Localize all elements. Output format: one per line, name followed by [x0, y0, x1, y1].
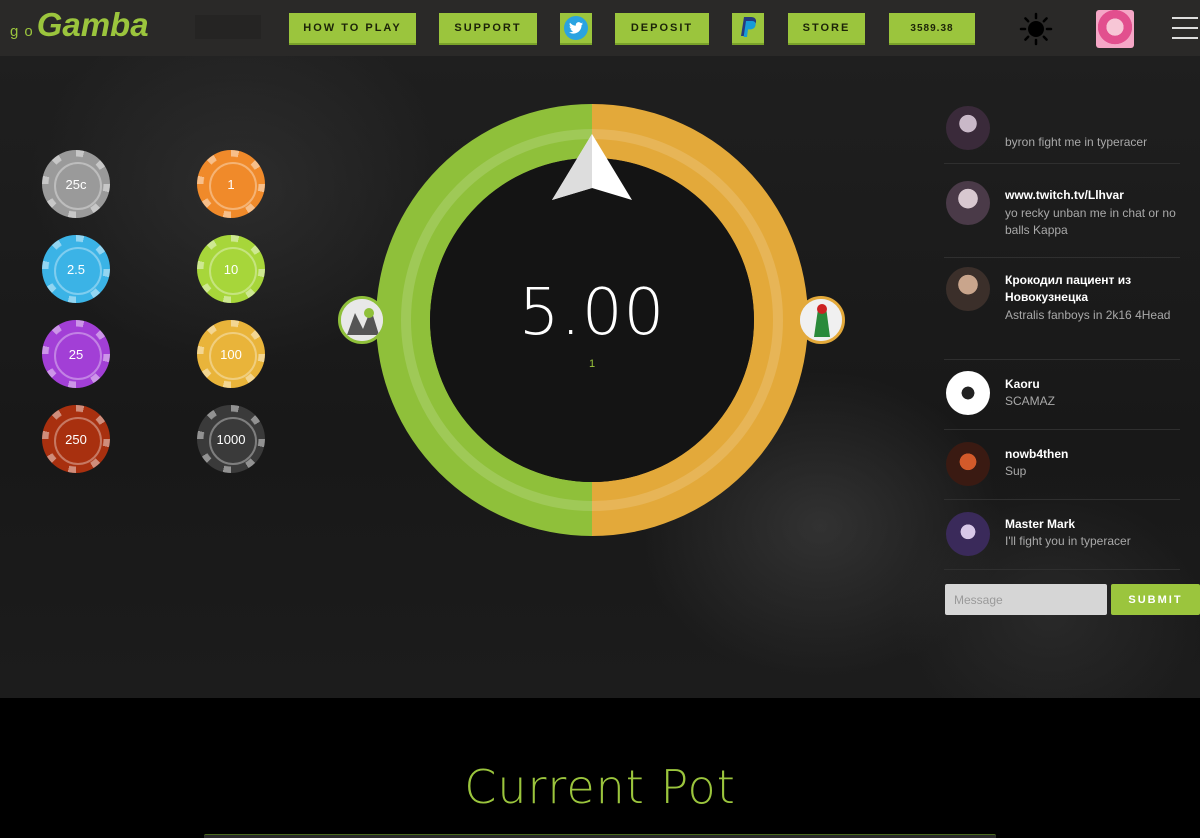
paypal-button[interactable] — [732, 13, 764, 45]
round-counter: 1 — [588, 358, 596, 370]
player-avatar-left[interactable] — [338, 296, 386, 344]
logo-prefix: go — [10, 23, 39, 40]
chat-message: Master Mark I'll fight you in typeracer — [944, 500, 1180, 570]
chat-message-text: I'll fight you in typeracer — [1005, 534, 1131, 548]
chip-label: 2.5 — [66, 261, 86, 277]
chip-2-5[interactable]: 2.5 — [42, 235, 110, 303]
round-timer: 5.00 — [518, 276, 666, 350]
chat-message-text: Sup — [1005, 464, 1027, 478]
chat-message: nowb4then Sup — [944, 430, 1180, 500]
gogamba-logo[interactable]: go Gamba — [10, 6, 149, 46]
chip-250[interactable]: 250 — [42, 405, 110, 473]
chat-avatar — [946, 267, 990, 311]
chat-message: www.twitch.tv/Llhvar yo recky unban me i… — [944, 174, 1180, 258]
chip-label: 1 — [227, 176, 235, 192]
how-to-play-button[interactable]: HOW TO PLAY — [289, 13, 416, 45]
chip-label: 10 — [223, 261, 239, 277]
chip-1[interactable]: 1 — [197, 150, 265, 218]
chat-avatar — [946, 181, 990, 225]
chat-message: byron fight me in typeracer — [944, 106, 1180, 164]
chat-username[interactable]: www.twitch.tv/Llhvar — [1005, 187, 1180, 204]
chip-1000[interactable]: 1000 — [197, 405, 265, 473]
chip-label: 25 — [68, 346, 84, 362]
chip-25c[interactable]: 25c — [42, 150, 110, 218]
support-button[interactable]: SUPPORT — [439, 13, 537, 45]
chat-submit-button[interactable]: SUBMIT — [1111, 584, 1200, 615]
logo-name: Gamba — [36, 6, 149, 43]
chip-100[interactable]: 100 — [197, 320, 265, 388]
sun-icon[interactable] — [1019, 12, 1053, 46]
player-avatar-right[interactable] — [797, 296, 845, 344]
chip-10[interactable]: 10 — [197, 235, 265, 303]
pot-bar — [204, 834, 996, 838]
chip-label: 25c — [65, 176, 87, 192]
twitter-icon — [564, 16, 588, 40]
chat-message-text: SCAMAZ — [1005, 394, 1056, 408]
chat-message-text: Astralis fanboys in 2k16 4Head — [1005, 308, 1171, 322]
chat-avatar — [946, 512, 990, 556]
twitter-button[interactable] — [560, 13, 592, 45]
chat-message: Крокодил пациент из Новокузнецка Astrali… — [944, 258, 1180, 360]
paypal-icon — [741, 17, 757, 37]
balance-display[interactable]: 3589.38 — [889, 13, 975, 45]
chat-message-text: yo recky unban me in chat or no balls Ka… — [1005, 206, 1176, 237]
chip-25[interactable]: 25 — [42, 320, 110, 388]
chat-message-text: byron fight me in typeracer — [1005, 135, 1148, 149]
chat-username[interactable]: nowb4then — [1005, 446, 1180, 463]
store-button[interactable]: STORE — [788, 13, 865, 45]
chat-username[interactable]: Крокодил пациент из Новокузнецка — [1005, 272, 1180, 306]
chat-username[interactable]: Kaoru — [1005, 376, 1180, 393]
user-avatar[interactable] — [1096, 10, 1134, 48]
chat-message: Kaoru SCAMAZ — [944, 360, 1180, 430]
chat-avatar — [946, 442, 990, 486]
deposit-button[interactable]: DEPOSIT — [615, 13, 709, 45]
top-nav-bar: go Gamba HOW TO PLAY SUPPORT DEPOSIT STO… — [0, 0, 1200, 56]
current-pot-title: Current Pot — [464, 760, 736, 814]
menu-icon[interactable] — [1172, 17, 1198, 39]
chat-panel: byron fight me in typeracer www.twitch.t… — [944, 106, 1180, 580]
chat-avatar — [946, 106, 990, 150]
chat-username[interactable]: Master Mark — [1005, 516, 1180, 533]
chip-label: 250 — [65, 431, 87, 447]
chat-avatar — [946, 371, 990, 415]
chip-label: 100 — [220, 346, 242, 362]
logo-placeholder-box — [195, 15, 261, 39]
chat-message-input[interactable] — [945, 584, 1107, 615]
chip-label: 1000 — [216, 431, 246, 447]
